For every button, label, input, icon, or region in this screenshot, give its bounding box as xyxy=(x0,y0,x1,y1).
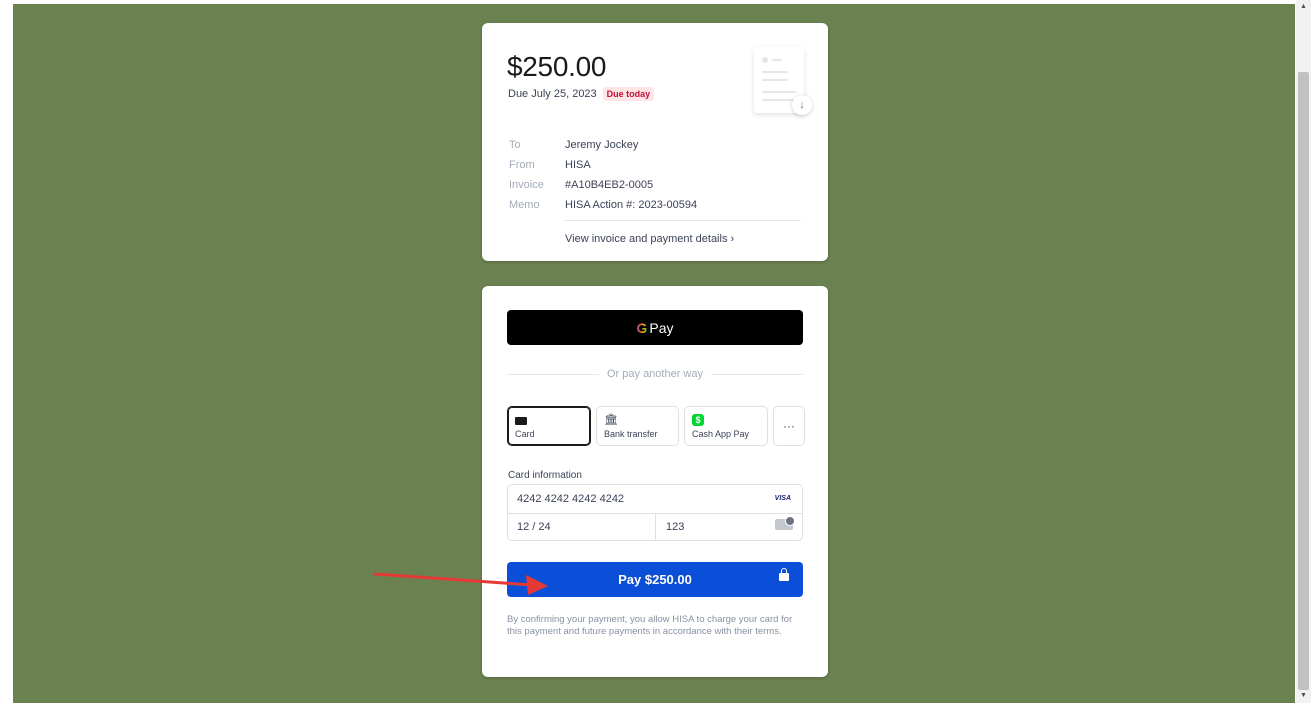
due-date-line: Due July 25, 2023 Due today xyxy=(508,87,655,101)
detail-row-from: From HISA xyxy=(509,155,697,175)
cvc-card-icon xyxy=(775,516,795,530)
detail-row-to: To Jeremy Jockey xyxy=(509,135,697,155)
scroll-down-icon[interactable]: ▼ xyxy=(1296,689,1311,703)
scrollbar-thumb[interactable] xyxy=(1298,72,1309,690)
due-date: Due July 25, 2023 xyxy=(508,88,597,100)
tab-card[interactable]: Card xyxy=(507,406,591,446)
tab-label: Cash App Pay xyxy=(692,429,750,439)
chevron-right-icon: › xyxy=(730,233,735,245)
view-invoice-details-link[interactable]: View invoice and payment details › xyxy=(565,233,734,245)
tab-bank-transfer[interactable]: 🏛 Bank transfer xyxy=(596,406,679,446)
detail-row-memo: Memo HISA Action #: 2023-00594 xyxy=(509,195,697,215)
visa-icon: VISA xyxy=(772,494,793,503)
expiry-field[interactable]: 12 / 24 xyxy=(517,521,551,533)
tab-label: Card xyxy=(515,429,535,439)
detail-row-invoice: Invoice #A10B4EB2-0005 xyxy=(509,175,697,195)
detail-label: Memo xyxy=(509,199,540,211)
lock-icon xyxy=(779,568,789,581)
bank-icon: 🏛 xyxy=(604,414,618,426)
detail-value: #A10B4EB2-0005 xyxy=(565,179,654,191)
or-divider-text: Or pay another way xyxy=(607,368,703,380)
view-link-label: View invoice and payment details xyxy=(565,233,728,245)
divider xyxy=(565,220,801,221)
payment-terms: By confirming your payment, you allow HI… xyxy=(507,614,793,637)
detail-label: Invoice xyxy=(509,179,544,191)
due-today-badge: Due today xyxy=(602,87,655,101)
google-logo-icon: G xyxy=(636,319,648,336)
detail-value: HISA Action #: 2023-00594 xyxy=(565,199,698,211)
pay-button-label: Pay $250.00 xyxy=(618,572,692,587)
payment-method-tabs: Card 🏛 Bank transfer $ Cash App Pay ··· xyxy=(507,406,805,446)
or-divider: Or pay another way xyxy=(507,368,803,380)
tab-label: Bank transfer xyxy=(604,429,658,439)
tab-cash-app-pay[interactable]: $ Cash App Pay xyxy=(684,406,768,446)
invoice-details: To Jeremy Jockey From HISA Invoice #A10B… xyxy=(509,135,697,215)
download-icon[interactable]: ↓ xyxy=(792,95,812,115)
scroll-up-icon[interactable]: ▲ xyxy=(1296,0,1311,14)
more-methods-button[interactable]: ··· xyxy=(773,406,805,446)
detail-label: To xyxy=(509,139,521,151)
payment-card: G Pay Or pay another way Card 🏛 Bank tra… xyxy=(482,286,828,677)
invoice-summary-card: $250.00 Due July 25, 2023 Due today ↓ To… xyxy=(482,23,828,261)
google-pay-button[interactable]: G Pay xyxy=(507,310,803,345)
card-number-field[interactable]: 4242 4242 4242 4242 xyxy=(517,493,624,505)
card-information-label: Card information xyxy=(508,470,582,481)
annotation-arrow-icon xyxy=(373,572,548,595)
credit-card-icon xyxy=(515,413,583,427)
detail-value: Jeremy Jockey xyxy=(565,139,639,151)
invoice-amount: $250.00 xyxy=(507,51,607,82)
cashapp-icon: $ xyxy=(692,413,760,427)
detail-value: HISA xyxy=(565,159,591,171)
detail-label: From xyxy=(509,159,535,171)
google-pay-label: Pay xyxy=(649,319,674,336)
card-information-fields: 4242 4242 4242 4242 VISA 12 / 24 123 xyxy=(507,484,803,541)
cvc-field[interactable]: 123 xyxy=(666,521,684,533)
